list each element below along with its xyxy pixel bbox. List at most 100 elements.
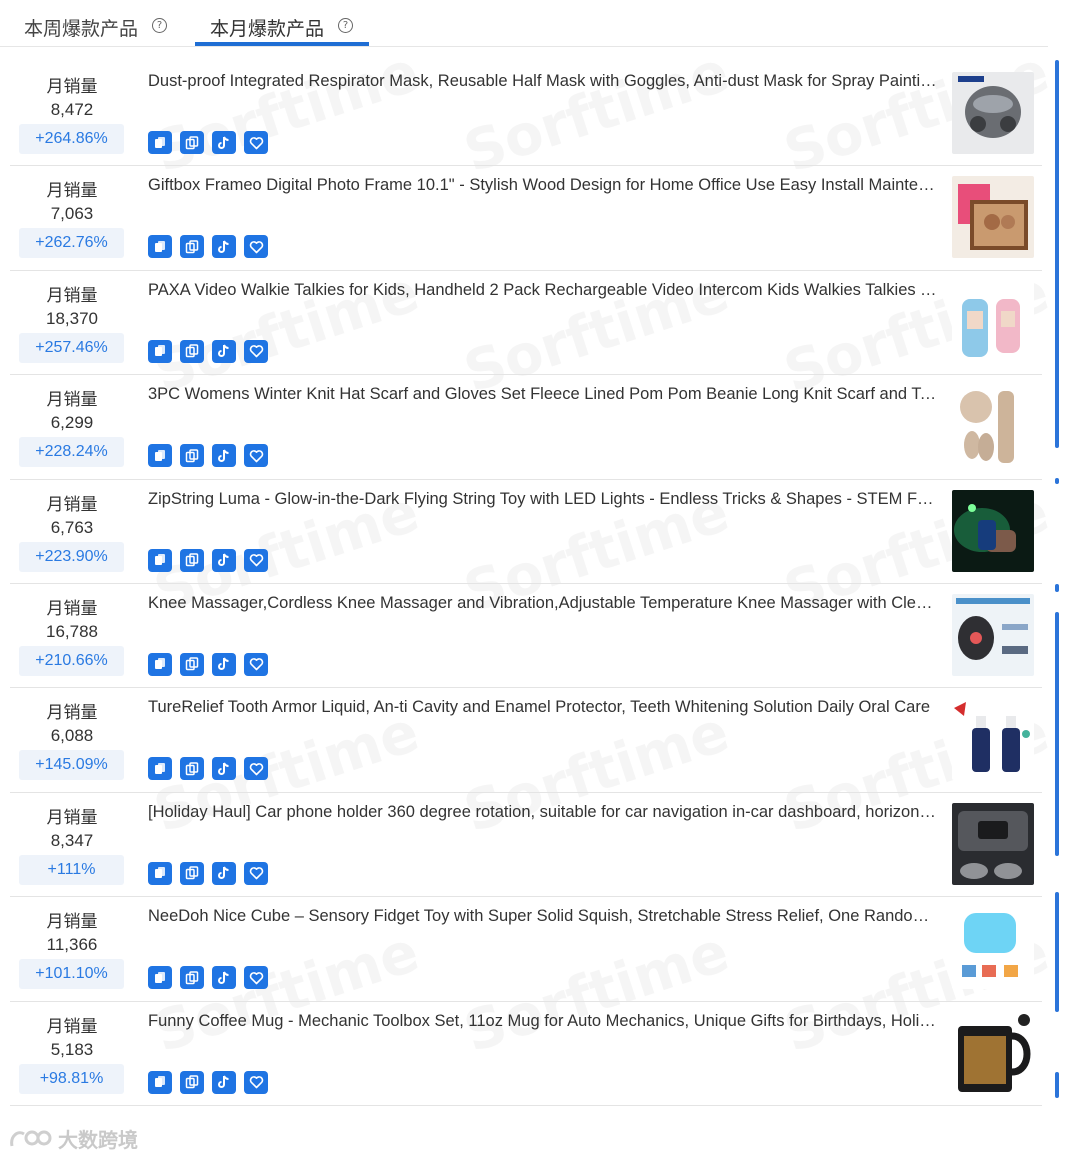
scrollbar-thumb[interactable] (1055, 1072, 1059, 1098)
product-image[interactable] (952, 1011, 1034, 1094)
tiktok-button[interactable] (212, 444, 236, 468)
heart-icon (249, 762, 264, 776)
tiktok-icon (217, 657, 231, 671)
heart-button[interactable] (244, 861, 268, 885)
product-image[interactable] (952, 489, 1034, 572)
scrollbar-thumb[interactable] (1055, 60, 1059, 448)
growth-badge: +210.66% (19, 645, 124, 676)
duplicate-icon (185, 762, 199, 776)
heart-icon (249, 866, 264, 880)
copy-button[interactable] (148, 235, 172, 259)
heart-icon (249, 344, 264, 358)
product-title[interactable]: Dust-proof Integrated Respirator Mask, R… (148, 72, 938, 91)
copy-button[interactable] (148, 966, 172, 990)
copy-button[interactable] (148, 131, 172, 154)
duplicate-button[interactable] (180, 757, 204, 781)
product-image[interactable] (952, 280, 1034, 363)
heart-icon (249, 449, 264, 463)
duplicate-button[interactable] (180, 652, 204, 676)
scrollbar-thumb[interactable] (1055, 478, 1059, 484)
product-image[interactable] (952, 176, 1034, 259)
product-title[interactable]: NeeDoh Nice Cube – Sensory Fidget Toy wi… (148, 907, 938, 926)
product-image[interactable] (952, 802, 1034, 885)
monthly-sales-label: 月销量 (46, 77, 98, 97)
duplicate-button[interactable] (180, 548, 204, 572)
action-buttons (148, 861, 268, 885)
help-icon[interactable]: ? (152, 18, 168, 33)
monthly-sales-value: 7,063 (50, 204, 94, 224)
product-title[interactable]: Knee Massager,Cordless Knee Massager and… (148, 594, 938, 613)
tiktok-button[interactable] (212, 652, 236, 676)
product-title[interactable]: Funny Coffee Mug - Mechanic Toolbox Set,… (148, 1012, 938, 1031)
heart-button[interactable] (244, 235, 268, 259)
heart-button[interactable] (244, 444, 268, 468)
product-image[interactable] (952, 385, 1034, 468)
heart-button[interactable] (244, 131, 268, 154)
product-image[interactable] (952, 593, 1034, 676)
tiktok-button[interactable] (212, 1070, 236, 1094)
monthly-sales-label: 月销量 (46, 703, 98, 724)
product-image[interactable] (952, 698, 1034, 781)
tiktok-button[interactable] (212, 757, 236, 781)
scrollbar-thumb[interactable] (1055, 892, 1059, 1012)
duplicate-button[interactable] (180, 1070, 204, 1094)
heart-icon (249, 657, 264, 671)
product-row: 月销量 18,370 +257.46% PAXA Video Walkie Ta… (10, 271, 1042, 376)
duplicate-button[interactable] (180, 131, 204, 154)
tiktok-button[interactable] (212, 966, 236, 990)
copy-button[interactable] (148, 444, 172, 468)
product-title[interactable]: ZipString Luma - Glow-in-the-Dark Flying… (148, 490, 938, 509)
tiktok-button[interactable] (212, 861, 236, 885)
duplicate-button[interactable] (180, 235, 204, 259)
tiktok-button[interactable] (212, 235, 236, 259)
product-title[interactable]: 3PC Womens Winter Knit Hat Scarf and Glo… (148, 385, 938, 404)
heart-button[interactable] (244, 757, 268, 781)
tiktok-button[interactable] (212, 548, 236, 572)
duplicate-button[interactable] (180, 861, 204, 885)
copy-button[interactable] (148, 339, 172, 363)
duplicate-button[interactable] (180, 339, 204, 363)
heart-button[interactable] (244, 548, 268, 572)
duplicate-button[interactable] (180, 444, 204, 468)
duplicate-button[interactable] (180, 966, 204, 990)
tiktok-icon (217, 1075, 231, 1089)
scrollbar-thumb[interactable] (1055, 584, 1059, 592)
monthly-sales-label: 月销量 (46, 181, 98, 202)
product-title[interactable]: TureRelief Tooth Armor Liquid, An-ti Cav… (148, 698, 938, 717)
copy-button[interactable] (148, 548, 172, 572)
monthly-sales-label: 月销量 (46, 807, 98, 828)
product-image[interactable] (952, 907, 1034, 990)
duplicate-icon (185, 240, 199, 254)
tiktok-button[interactable] (212, 131, 236, 154)
action-buttons (148, 235, 268, 259)
tiktok-icon (217, 971, 231, 985)
tab-weekly-hot-products[interactable]: 本周爆款产品 ? (24, 14, 168, 46)
copy-icon (153, 449, 167, 463)
copy-button[interactable] (148, 861, 172, 885)
product-title[interactable]: Giftbox Frameo Digital Photo Frame 10.1"… (148, 176, 938, 195)
copy-icon (153, 344, 167, 358)
heart-button[interactable] (244, 1070, 268, 1094)
product-row: 月销量 5,183 +98.81% Funny Coffee Mug - Mec… (10, 1002, 1042, 1106)
scrollbar-thumb[interactable] (1055, 612, 1059, 856)
heart-button[interactable] (244, 966, 268, 990)
growth-badge: +228.24% (19, 437, 124, 468)
heart-button[interactable] (244, 339, 268, 363)
copy-button[interactable] (148, 1070, 172, 1094)
copy-icon (153, 866, 167, 880)
product-image[interactable] (952, 72, 1034, 154)
tiktok-icon (217, 344, 231, 358)
product-row: 月销量 8,472 +264.86% Dust-proof Integrated… (10, 62, 1042, 167)
duplicate-icon (185, 866, 199, 880)
copy-icon (153, 553, 167, 567)
product-title[interactable]: [Holiday Haul] Car phone holder 360 degr… (148, 803, 938, 822)
heart-button[interactable] (244, 652, 268, 676)
copy-button[interactable] (148, 652, 172, 676)
active-tab-indicator (195, 42, 369, 46)
tiktok-button[interactable] (212, 339, 236, 363)
help-icon[interactable]: ? (338, 18, 354, 33)
growth-badge: +98.81% (19, 1063, 124, 1094)
product-title[interactable]: PAXA Video Walkie Talkies for Kids, Hand… (148, 281, 938, 300)
copy-button[interactable] (148, 757, 172, 781)
brand-logo: 大数跨境 (8, 1124, 138, 1153)
